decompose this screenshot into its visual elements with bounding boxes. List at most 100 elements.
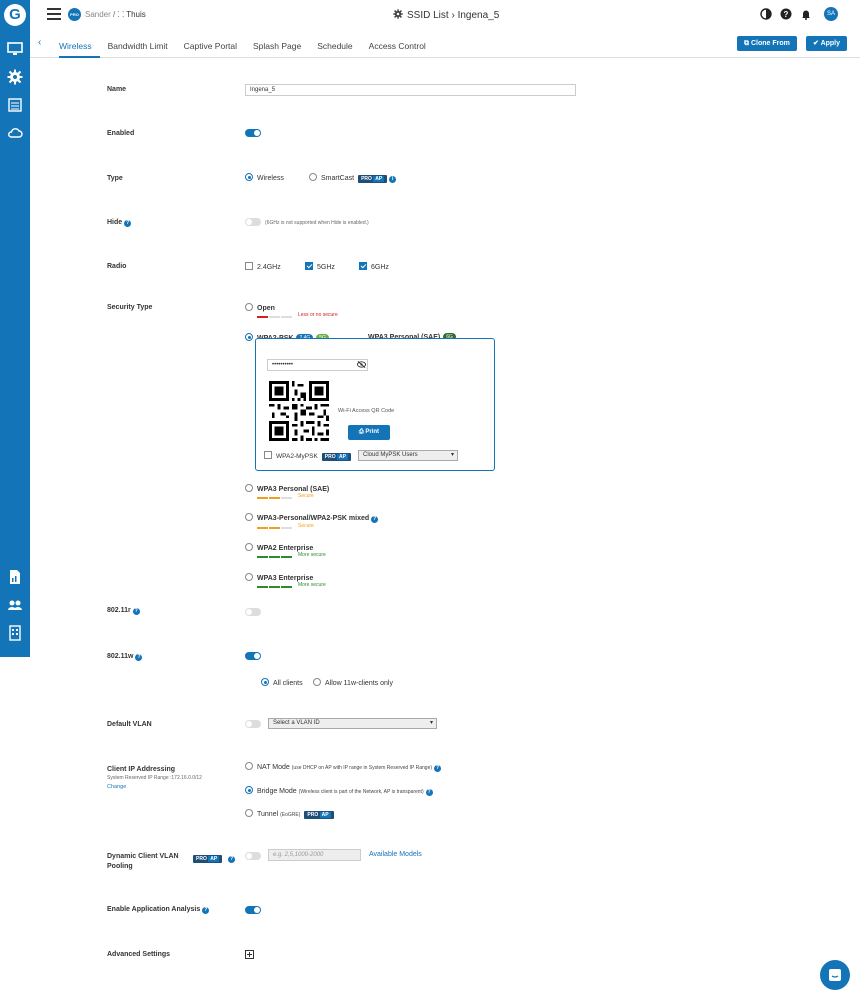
- checkbox[interactable]: [264, 451, 272, 459]
- radio-5-checkbox[interactable]: 5GHz: [305, 262, 335, 271]
- sec-wpa3-mixed-option[interactable]: WPA3-Personal/WPA2-PSK mixed? Secure: [245, 513, 379, 529]
- tunnel-radio[interactable]: Tunnel (EoGRE) PRO AP: [245, 809, 334, 819]
- available-models-link[interactable]: Available Models: [369, 851, 422, 858]
- app-analysis-toggle[interactable]: [245, 906, 261, 914]
- radio-unselected[interactable]: [245, 809, 253, 817]
- pro-ap-badge: PRO AP: [193, 855, 223, 863]
- sec-wpa3-ent-option[interactable]: WPA3 Enterprise More secure: [245, 573, 326, 588]
- name-input[interactable]: Ingena_5: [245, 84, 576, 96]
- report-icon[interactable]: [7, 569, 23, 585]
- dyn-vlan-toggle[interactable]: [245, 852, 261, 860]
- radio-selected[interactable]: [261, 678, 269, 686]
- checkbox-checked[interactable]: [359, 262, 367, 270]
- hide-label-text: Hide: [107, 219, 123, 226]
- type-smartcast-radio[interactable]: SmartCast PRO AP i: [309, 173, 397, 183]
- radio-selected[interactable]: [245, 173, 253, 181]
- bridge-mode-radio[interactable]: Bridge Mode (Wireless client is part of …: [245, 786, 433, 796]
- breadcrumb-site[interactable]: Thuis: [126, 10, 146, 19]
- info-icon[interactable]: i: [389, 176, 397, 183]
- help-icon[interactable]: ?: [371, 516, 379, 523]
- default-vlan-toggle[interactable]: [245, 720, 261, 728]
- sec-open-label: Open: [257, 305, 275, 312]
- bridge-mode-label: Bridge Mode: [257, 788, 297, 795]
- help-icon[interactable]: ?: [780, 8, 792, 20]
- sec-wpa2-ent-option[interactable]: WPA2 Enterprise More secure: [245, 543, 326, 558]
- pro-text: PRO: [196, 856, 207, 862]
- site-icon: ⸬: [117, 10, 125, 19]
- strength-bar: More secure: [257, 582, 326, 588]
- help-icon[interactable]: ?: [135, 654, 143, 661]
- radio-unselected[interactable]: [245, 303, 253, 311]
- enabled-toggle[interactable]: [245, 129, 261, 137]
- nat-mode-radio[interactable]: NAT Mode (use DHCP on AP with IP range i…: [245, 762, 442, 772]
- password-input[interactable]: ••••••••••: [267, 359, 368, 371]
- mypsk-checkbox[interactable]: WPA2-MyPSK PRO AP: [264, 451, 351, 461]
- clone-from-button[interactable]: ⧉ Clone From: [737, 36, 797, 51]
- svg-text:?: ?: [784, 10, 789, 19]
- r80211w-toggle[interactable]: [245, 652, 261, 660]
- radio-unselected[interactable]: [245, 543, 253, 551]
- help-icon[interactable]: ?: [228, 856, 236, 863]
- w-all-clients-radio[interactable]: All clients: [261, 678, 303, 687]
- apply-button[interactable]: ✔ Apply: [806, 36, 848, 51]
- radio-unselected[interactable]: [313, 678, 321, 686]
- radio-selected[interactable]: [245, 786, 253, 794]
- tab-bandwidth-limit[interactable]: Bandwidth Limit: [108, 30, 176, 58]
- help-icon[interactable]: ?: [434, 765, 442, 772]
- app-logo[interactable]: G: [4, 4, 26, 26]
- sec-wpa3-ent-label: WPA3 Enterprise: [257, 575, 314, 582]
- contrast-icon[interactable]: [760, 8, 772, 20]
- radio-unselected[interactable]: [309, 173, 317, 181]
- r80211r-toggle[interactable]: [245, 608, 261, 616]
- type-wireless-radio[interactable]: Wireless: [245, 173, 284, 182]
- checkbox-checked[interactable]: [305, 262, 313, 270]
- radio-unselected[interactable]: [245, 513, 253, 521]
- tab-access-control[interactable]: Access Control: [369, 30, 434, 58]
- menu-icon[interactable]: [47, 8, 61, 20]
- radio-24-checkbox[interactable]: 2.4GHz: [245, 262, 281, 271]
- help-icon[interactable]: ?: [132, 608, 140, 615]
- w-allow-11w-radio[interactable]: Allow 11w-clients only: [313, 678, 393, 687]
- r80211r-label: 802.11r?: [107, 607, 140, 615]
- building-icon[interactable]: [7, 625, 23, 641]
- bell-icon[interactable]: [800, 8, 812, 20]
- users-icon[interactable]: [7, 597, 23, 613]
- help-icon[interactable]: ?: [202, 907, 210, 914]
- strength-bar: More secure: [257, 552, 326, 558]
- tab-captive-portal[interactable]: Captive Portal: [184, 30, 245, 58]
- radio-6-checkbox[interactable]: 6GHz: [359, 262, 389, 271]
- dyn-vlan-input[interactable]: e.g. 2,5,1000-2000: [268, 849, 361, 861]
- monitor-icon[interactable]: [7, 41, 23, 57]
- expand-plus-icon[interactable]: [245, 950, 254, 959]
- eye-slash-icon[interactable]: [357, 361, 366, 368]
- change-link[interactable]: Change: [107, 784, 126, 790]
- list-icon[interactable]: [7, 97, 23, 113]
- pro-text: PRO: [361, 176, 372, 182]
- sec-open-option[interactable]: Open Less or no secure: [245, 303, 338, 318]
- strength-note: Secure: [298, 523, 314, 529]
- mypsk-select[interactable]: Cloud MyPSK Users: [358, 450, 458, 461]
- tab-splash-page[interactable]: Splash Page: [253, 30, 309, 58]
- vlan-select[interactable]: Select a VLAN ID: [268, 718, 437, 729]
- radio-6-label: 6GHz: [371, 264, 389, 271]
- checkbox[interactable]: [245, 262, 253, 270]
- avatar[interactable]: SA: [824, 7, 838, 21]
- chat-button[interactable]: [820, 960, 850, 990]
- chevron-left-icon[interactable]: ‹: [38, 37, 41, 48]
- gear-icon[interactable]: [7, 69, 23, 85]
- check-icon: ✔: [813, 40, 821, 47]
- sec-wpa3-sae-option[interactable]: WPA3 Personal (SAE) Secure: [245, 484, 329, 499]
- radio-unselected[interactable]: [245, 762, 253, 770]
- help-icon[interactable]: ?: [425, 789, 433, 796]
- hide-toggle[interactable]: [245, 218, 261, 226]
- breadcrumb-org[interactable]: Sander: [85, 10, 111, 19]
- radio-unselected[interactable]: [245, 484, 253, 492]
- tab-wireless[interactable]: Wireless: [59, 30, 100, 58]
- dyn-vlan-label-line1: Dynamic Client VLAN: [107, 853, 179, 860]
- radio-unselected[interactable]: [245, 573, 253, 581]
- cloud-icon[interactable]: [7, 125, 23, 141]
- tab-schedule[interactable]: Schedule: [317, 30, 360, 58]
- help-icon[interactable]: ?: [124, 220, 132, 227]
- radio-selected[interactable]: [245, 333, 253, 341]
- print-button[interactable]: ⎙ Print: [348, 425, 390, 440]
